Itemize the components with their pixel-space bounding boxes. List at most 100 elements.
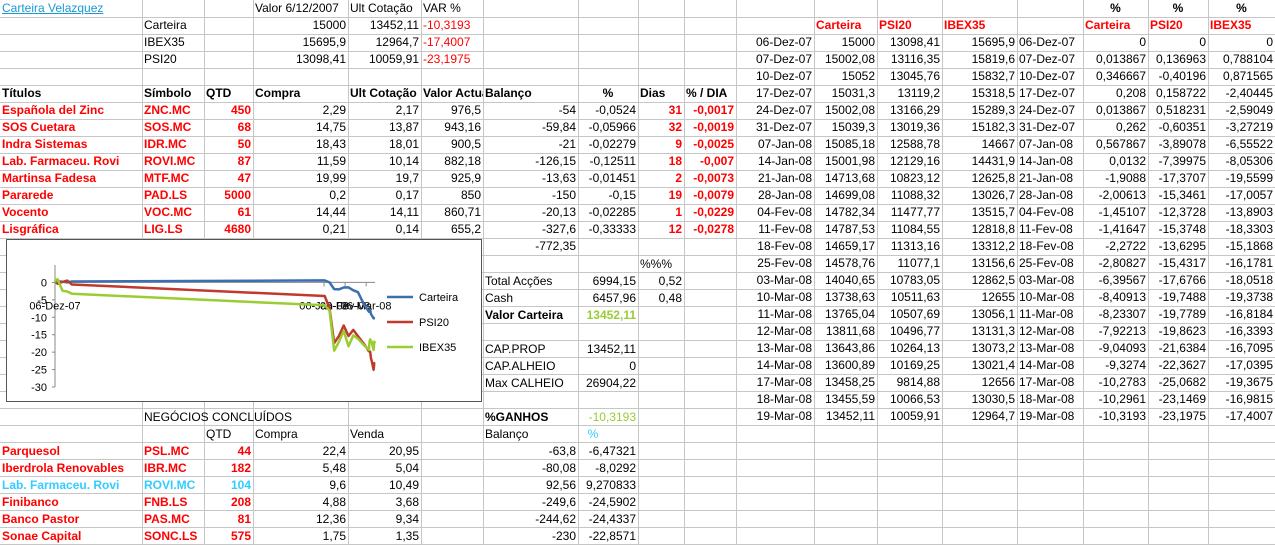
holding-qty[interactable]: 87 [204,153,253,170]
history-psi20[interactable]: 11088,32 [877,187,942,204]
cap-alheio-value[interactable]: 0 [578,358,638,375]
pct-history-carteira[interactable]: -2,80827 [1083,255,1148,272]
history-psi20[interactable]: 13098,41 [877,34,942,51]
history-ibex35[interactable]: 13131,3 [942,323,1017,340]
holding-pct-per-day[interactable]: -0,0229 [684,204,736,221]
holding-qty[interactable]: 4680 [204,221,253,238]
pct-history-psi20[interactable]: -23,1469 [1148,391,1208,408]
history-date[interactable]: 14-Mar-08 [736,357,814,374]
history-psi20[interactable]: 12588,78 [877,136,942,153]
history-date[interactable]: 18-Fev-08 [736,238,814,255]
pct-history-carteira[interactable]: -7,92213 [1083,323,1148,340]
history-ibex35[interactable]: 14667 [942,136,1017,153]
deal-buy-price[interactable]: 12,36 [253,511,348,528]
history-psi20[interactable]: 10169,25 [877,357,942,374]
holding-name[interactable]: Vocento [0,204,142,221]
history-ibex35[interactable]: 12862,5 [942,272,1017,289]
holding-pct[interactable]: -0,0524 [578,102,638,119]
pct-history-carteira[interactable]: -2,2722 [1083,238,1148,255]
pct-history-psi20[interactable]: 0,136963 [1148,51,1208,68]
history-ibex35[interactable]: 12625,8 [942,170,1017,187]
deal-sell-price[interactable]: 3,68 [348,494,421,511]
history-ibex35[interactable]: 12964,7 [942,408,1017,425]
holding-qty[interactable]: 68 [204,119,253,136]
pct-history-date[interactable]: 11-Fev-08 [1017,221,1083,238]
holding-qty[interactable]: 450 [204,102,253,119]
deal-symbol[interactable]: PSL.MC [142,443,204,460]
deal-balance[interactable]: 92,56 [483,477,578,494]
pct-history-psi20[interactable]: -12,3728 [1148,204,1208,221]
holding-qty[interactable]: 47 [204,170,253,187]
history-ibex35[interactable]: 13056,1 [942,306,1017,323]
cap-prop-value[interactable]: 13452,11 [578,341,638,358]
holding-balance[interactable]: -126,15 [483,153,578,170]
holding-balance[interactable]: -13,63 [483,170,578,187]
history-date[interactable]: 25-Fev-08 [736,255,814,272]
pct-history-psi20[interactable]: -17,6766 [1148,272,1208,289]
deal-buy-price[interactable]: 9,6 [253,477,348,494]
holding-current-value[interactable]: 860,71 [421,204,483,221]
holding-name[interactable]: Martinsa Fadesa [0,170,142,187]
history-date[interactable]: 03-Mar-08 [736,272,814,289]
history-carteira[interactable]: 13643,86 [814,340,877,357]
pct-history-date[interactable]: 10-Mar-08 [1017,289,1083,306]
pct-history-date[interactable]: 04-Fev-08 [1017,204,1083,221]
pct-history-psi20[interactable]: -19,8623 [1148,323,1208,340]
history-psi20[interactable]: 13116,35 [877,51,942,68]
history-carteira[interactable]: 15031,3 [814,85,877,102]
history-carteira[interactable]: 14578,76 [814,255,877,272]
pct-history-date[interactable]: 28-Jan-08 [1017,187,1083,204]
pct-history-ibex35[interactable]: -18,0518 [1208,272,1275,289]
pct-history-carteira[interactable]: -8,40913 [1083,289,1148,306]
history-ibex35[interactable]: 12656 [942,374,1017,391]
deal-buy-price[interactable]: 22,4 [253,443,348,460]
pct-history-psi20[interactable]: -25,0682 [1148,374,1208,391]
holding-days[interactable]: 31 [638,102,684,119]
deal-qty[interactable]: 81 [204,511,253,528]
deal-buy-price[interactable]: 4,88 [253,494,348,511]
holding-pct-per-day[interactable]: -0,0025 [684,136,736,153]
pct-history-psi20[interactable]: -7,39975 [1148,153,1208,170]
history-psi20[interactable]: 10823,12 [877,170,942,187]
holding-symbol[interactable]: IDR.MC [142,136,204,153]
holding-qty[interactable]: 61 [204,204,253,221]
pct-history-date[interactable]: 14-Mar-08 [1017,357,1083,374]
deal-sell-price[interactable]: 10,49 [348,477,421,494]
deal-name[interactable]: Lab. Farmaceu. Rovi [0,477,142,494]
pct-history-date[interactable]: 24-Dez-07 [1017,102,1083,119]
gains-value[interactable]: -10,3193 [578,409,638,426]
history-psi20[interactable]: 10783,05 [877,272,942,289]
history-psi20[interactable]: 10511,63 [877,289,942,306]
holding-balance[interactable]: -21 [483,136,578,153]
history-psi20[interactable]: 9814,88 [877,374,942,391]
pct-history-ibex35[interactable]: -15,1868 [1208,238,1275,255]
deal-name[interactable]: Iberdrola Renovables [0,460,142,477]
history-carteira[interactable]: 13455,59 [814,391,877,408]
holding-pct-per-day[interactable]: -0,0019 [684,119,736,136]
pct-history-psi20[interactable]: 0 [1148,34,1208,51]
holding-name[interactable]: Lisgráfica [0,221,142,238]
history-psi20[interactable]: 13019,36 [877,119,942,136]
pct-history-ibex35[interactable]: -18,3303 [1208,221,1275,238]
deal-balance[interactable]: -63,8 [483,443,578,460]
pct-history-ibex35[interactable]: -2,59049 [1208,102,1275,119]
holding-buy-price[interactable]: 2,29 [253,102,348,119]
deal-name[interactable]: Sonae Capital [0,528,142,545]
total-shares-value[interactable]: 6994,15 [578,273,638,290]
pct-history-psi20[interactable]: -15,3461 [1148,187,1208,204]
deal-balance[interactable]: -230 [483,528,578,545]
pct-history-date[interactable]: 11-Mar-08 [1017,306,1083,323]
deal-qty[interactable]: 208 [204,494,253,511]
deal-balance[interactable]: -244,62 [483,511,578,528]
pct-history-ibex35[interactable]: -16,1781 [1208,255,1275,272]
spreadsheet[interactable]: Carteira Velazquez Valor 6/12/2007 Ult C… [0,0,1275,545]
holding-current-value[interactable]: 882,18 [421,153,483,170]
holding-buy-price[interactable]: 14,75 [253,119,348,136]
history-carteira[interactable]: 13765,04 [814,306,877,323]
holding-current-value[interactable]: 976,5 [421,102,483,119]
pct-history-carteira[interactable]: 0,0132 [1083,153,1148,170]
history-date[interactable]: 18-Mar-08 [736,391,814,408]
pct-history-date[interactable]: 25-Fev-08 [1017,255,1083,272]
pct-history-psi20[interactable]: -17,3707 [1148,170,1208,187]
pct-history-carteira[interactable]: -6,39567 [1083,272,1148,289]
